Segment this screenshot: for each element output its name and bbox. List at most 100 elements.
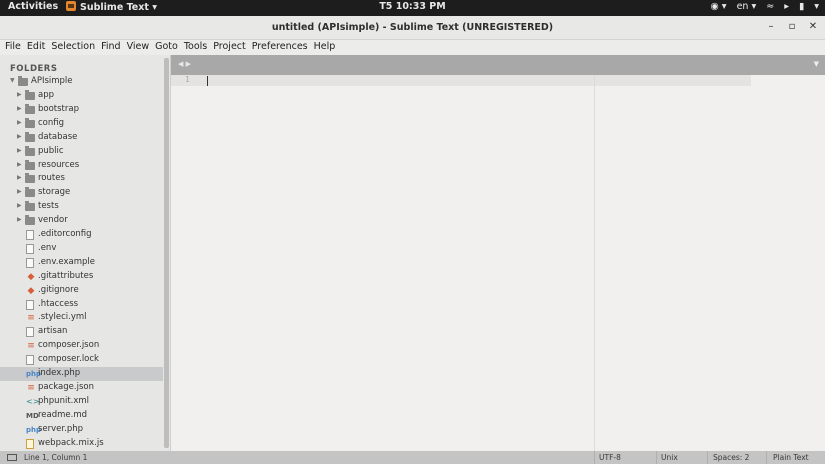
sidebar-item-label: .gitignore xyxy=(38,284,79,295)
sidebar-header: FOLDERS xyxy=(10,64,58,74)
sidebar-item-dot-gitignore[interactable]: ◆ .gitignore xyxy=(0,284,163,298)
sidebar-item-server-php[interactable]: php server.php xyxy=(0,423,163,437)
folder-icon xyxy=(25,159,35,170)
sidebar-item-storage[interactable]: ▶ storage xyxy=(0,186,163,200)
close-button[interactable]: ✕ xyxy=(806,21,820,35)
db-icon: ≡ xyxy=(27,341,35,352)
sidebar-item-dot-gitattributes[interactable]: ◆ .gitattributes xyxy=(0,270,163,284)
text-cursor xyxy=(207,76,208,86)
file-icon xyxy=(26,299,34,310)
chevron-down-icon[interactable]: ▼ xyxy=(10,77,18,84)
folder-icon xyxy=(25,173,35,184)
sidebar-item-label: .styleci.yml xyxy=(38,312,87,323)
sidebar-item-label: .env.example xyxy=(38,256,95,267)
language-indicator[interactable]: en ▾ xyxy=(737,1,757,12)
sidebar-item-composer-json[interactable]: ≡ composer.json xyxy=(0,339,163,353)
sidebar-item-dot-env-example[interactable]: .env.example xyxy=(0,256,163,270)
system-tray[interactable]: ◉ ▾ en ▾ ≈ ▸ ▮ ▾ xyxy=(710,1,819,12)
sidebar-item-dot-htaccess[interactable]: .htaccess xyxy=(0,298,163,312)
chevron-right-icon[interactable]: ▶ xyxy=(17,216,25,223)
sidebar-item-webpack-mix-js[interactable]: webpack.mix.js xyxy=(0,437,163,451)
sidebar-item-database[interactable]: ▶ database xyxy=(0,131,163,145)
chevron-right-icon[interactable]: ▶ xyxy=(17,133,25,140)
minimize-button[interactable]: – xyxy=(764,21,778,35)
sidebar-item-config[interactable]: ▶ config xyxy=(0,117,163,131)
folder-icon xyxy=(25,145,35,156)
status-divider xyxy=(707,451,708,464)
sidebar-item-label: public xyxy=(38,145,64,156)
folder-icon xyxy=(25,90,35,100)
sidebar-root-label: APIsimple xyxy=(31,76,73,86)
sidebar-item-artisan[interactable]: artisan xyxy=(0,325,163,339)
sidebar-item-label: composer.json xyxy=(38,340,100,351)
status-divider xyxy=(656,451,657,464)
sidebar-item-label: resources xyxy=(38,159,80,170)
menu-edit[interactable]: Edit xyxy=(27,40,49,55)
lines-icon xyxy=(26,327,34,338)
sidebar-item-tests[interactable]: ▶ tests xyxy=(0,200,163,214)
menu-preferences[interactable]: Preferences xyxy=(252,40,312,55)
chevron-right-icon[interactable]: ▶ xyxy=(17,174,25,181)
maximize-button[interactable]: ▫ xyxy=(785,21,799,35)
sidebar-root-folder[interactable]: ▼ APIsimple xyxy=(0,75,163,89)
status-divider xyxy=(594,451,595,464)
php-icon: php xyxy=(26,370,42,378)
menu-selection[interactable]: Selection xyxy=(51,40,99,55)
file-icon xyxy=(26,230,34,240)
git-icon: ◆ xyxy=(27,271,35,282)
syntax-indicator[interactable]: Plain Text xyxy=(773,453,809,462)
window-title-bar[interactable]: untitled (APIsimple) - Sublime Text (UNR… xyxy=(0,16,825,40)
current-line-highlight xyxy=(171,75,751,86)
db-icon: ≡ xyxy=(27,313,35,324)
menu-bar: File Edit Selection Find View Goto Tools… xyxy=(0,40,825,55)
sidebar-item-dot-editorconfig[interactable]: .editorconfig xyxy=(0,228,163,242)
chevron-right-icon[interactable]: ▶ xyxy=(17,188,25,195)
chevron-right-icon[interactable]: ▶ xyxy=(17,147,25,154)
folder-icon xyxy=(25,215,35,226)
menu-project[interactable]: Project xyxy=(213,40,250,55)
menu-help[interactable]: Help xyxy=(314,40,340,55)
sidebar-item-readme-md[interactable]: MD readme.md xyxy=(0,409,163,423)
chevron-right-icon[interactable]: ▶ xyxy=(17,161,25,168)
line-endings-indicator[interactable]: Unix xyxy=(661,453,678,462)
sidebar-item-app[interactable]: ▶ app xyxy=(0,89,163,103)
tab-nav-arrows-icon[interactable]: ◀ ▶ xyxy=(178,60,191,68)
sidebar-item-label: .env xyxy=(38,242,57,253)
sidebar-item-resources[interactable]: ▶ resources xyxy=(0,159,163,173)
menu-view[interactable]: View xyxy=(127,40,154,55)
chevron-right-icon[interactable]: ▶ xyxy=(17,119,25,126)
chevron-right-icon[interactable]: ▶ xyxy=(17,91,25,98)
tab-list-dropdown-icon[interactable]: ▼ xyxy=(814,60,819,68)
sidebar-item-dot-styleci-yml[interactable]: ≡ .styleci.yml xyxy=(0,311,163,325)
sidebar-item-bootstrap[interactable]: ▶ bootstrap xyxy=(0,103,163,117)
folder-icon xyxy=(25,201,35,212)
panel-toggle-icon[interactable] xyxy=(7,454,17,461)
volume-icon: ▸ xyxy=(784,1,789,12)
sidebar-item-dot-env[interactable]: .env xyxy=(0,242,163,256)
sidebar-item-composer-lock[interactable]: composer.lock xyxy=(0,353,163,367)
menu-find[interactable]: Find xyxy=(101,40,124,55)
cursor-position: Line 1, Column 1 xyxy=(24,453,88,462)
sidebar-item-index-php[interactable]: php index.php xyxy=(0,367,163,381)
php-icon: php xyxy=(26,425,42,434)
menu-file[interactable]: File xyxy=(5,40,25,55)
sidebar-item-vendor[interactable]: ▶ vendor xyxy=(0,214,163,228)
indentation-indicator[interactable]: Spaces: 2 xyxy=(713,453,749,462)
sidebar-item-label: vendor xyxy=(38,215,68,226)
accessibility-icon[interactable]: ◉ ▾ xyxy=(710,1,726,12)
menu-tools[interactable]: Tools xyxy=(184,40,211,55)
editor-area[interactable]: 1 xyxy=(171,75,825,451)
encoding-indicator[interactable]: UTF-8 xyxy=(599,453,621,462)
sidebar-item-public[interactable]: ▶ public xyxy=(0,145,163,159)
git-icon: ◆ xyxy=(27,285,35,296)
sidebar-scrollbar[interactable] xyxy=(164,58,169,448)
chevron-right-icon[interactable]: ▶ xyxy=(17,202,25,209)
chevron-down-icon: ▾ xyxy=(814,1,819,12)
menu-goto[interactable]: Goto xyxy=(155,40,182,55)
clock[interactable]: T5 10:33 PM xyxy=(0,1,825,12)
chevron-right-icon[interactable]: ▶ xyxy=(17,105,25,112)
sidebar-item-package-json[interactable]: ≡ package.json xyxy=(0,381,163,395)
sidebar-item-label: tests xyxy=(38,201,59,212)
sidebar-item-phpunit-xml[interactable]: <> phpunit.xml xyxy=(0,395,163,409)
sidebar-item-routes[interactable]: ▶ routes xyxy=(0,172,163,186)
